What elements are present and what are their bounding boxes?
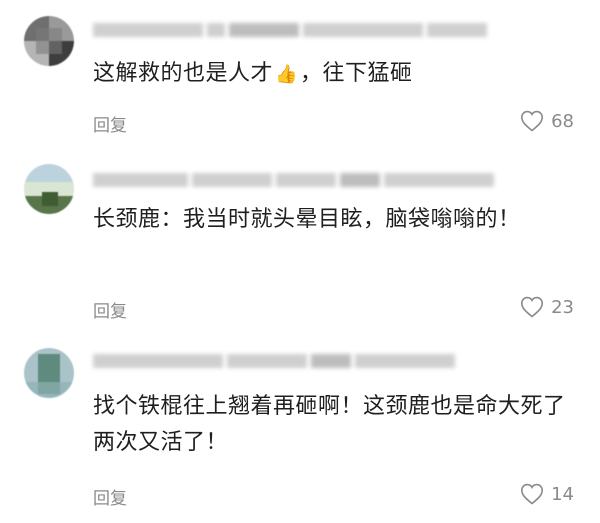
heart-icon bbox=[521, 296, 544, 318]
comment-item: 找个铁棍往上翘着再砸啊！这颈鹿也是命大死了两次又活了！ 回复 14 bbox=[0, 338, 600, 523]
thumbs-up-emoji-icon: 👍 bbox=[275, 64, 298, 85]
heart-icon bbox=[521, 483, 544, 505]
comment-item: 这解救的也是人才 👍，往下猛砸 回复 68 bbox=[0, 0, 600, 160]
comment-text: 长颈鹿：我当时就头晕目眩，脑袋嗡嗡的！ bbox=[93, 207, 521, 232]
comment-text-suffix: ，往下猛砸 bbox=[299, 61, 413, 86]
avatar[interactable] bbox=[24, 164, 74, 214]
avatar[interactable] bbox=[24, 16, 74, 66]
comment-text: 找个铁棍往上翘着再砸啊！这颈鹿也是命大死了两次又活了！ bbox=[93, 394, 566, 455]
comment-text: 这解救的也是人才 👍，往下猛砸 bbox=[93, 56, 580, 93]
username[interactable] bbox=[93, 351, 459, 371]
like-count: 14 bbox=[551, 483, 574, 505]
like-count: 23 bbox=[551, 296, 574, 318]
reply-button[interactable]: 回复 bbox=[93, 111, 127, 136]
like-count: 68 bbox=[551, 110, 574, 132]
like-button[interactable]: 14 bbox=[520, 483, 574, 505]
comment-text-main: 这解救的也是人才 bbox=[93, 61, 274, 86]
avatar[interactable] bbox=[24, 348, 74, 398]
username[interactable] bbox=[93, 20, 491, 40]
like-button[interactable]: 23 bbox=[520, 296, 574, 318]
heart-icon bbox=[521, 110, 544, 132]
reply-button[interactable]: 回复 bbox=[93, 297, 127, 322]
username[interactable] bbox=[93, 170, 498, 190]
like-button[interactable]: 68 bbox=[520, 110, 574, 132]
reply-button[interactable]: 回复 bbox=[93, 484, 127, 509]
comment-item: 长颈鹿：我当时就头晕目眩，脑袋嗡嗡的！ 回复 23 bbox=[0, 160, 600, 338]
